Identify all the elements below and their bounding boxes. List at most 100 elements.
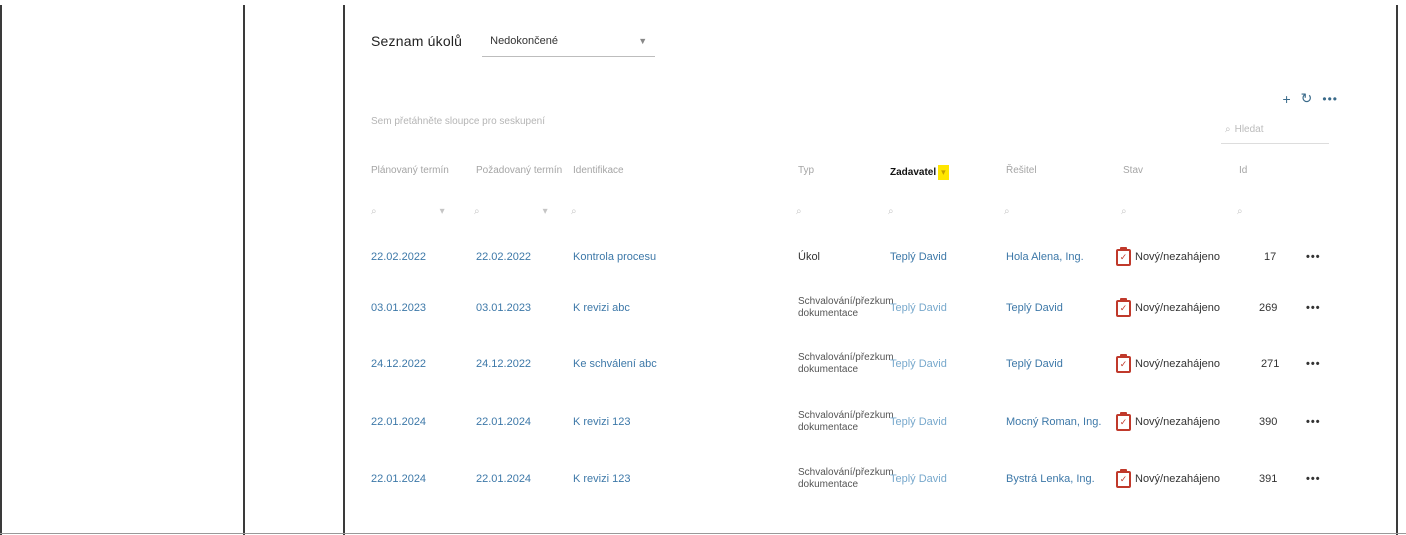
- row-menu-icon[interactable]: •••: [1306, 279, 1321, 337]
- cell-planned[interactable]: 22.01.2024: [371, 450, 426, 508]
- chevron-down-icon: ▼: [638, 35, 648, 46]
- page-title: Seznam úkolů: [371, 33, 463, 49]
- status-label: Nový/nezahájeno: [1135, 416, 1221, 428]
- search-icon: ⌕: [571, 206, 577, 217]
- filter-cell[interactable]: ⌕: [888, 206, 894, 217]
- column-header-requester[interactable]: Zadavatel ▾: [890, 165, 949, 180]
- filter-op-icon: ▾: [542, 206, 548, 217]
- cell-required[interactable]: 03.01.2023: [476, 279, 531, 337]
- search-icon: ⌕: [796, 206, 802, 217]
- cell-planned[interactable]: 22.01.2024: [371, 393, 426, 451]
- cell-requester[interactable]: Teplý David: [890, 393, 947, 451]
- table-row[interactable]: 22.01.2024 22.01.2024 K revizi 123 Schva…: [346, 393, 1398, 451]
- clipboard-check-icon: ✓: [1116, 353, 1131, 373]
- row-menu-icon[interactable]: •••: [1306, 393, 1321, 451]
- cell-requester[interactable]: Teplý David: [890, 279, 947, 337]
- column-header-id[interactable]: Id: [1239, 165, 1247, 176]
- column-header-identification[interactable]: Identifikace: [573, 165, 624, 176]
- cell-identification[interactable]: Kontrola procesu: [573, 228, 656, 286]
- cell-solver[interactable]: Bystrá Lenka, Ing.: [1006, 450, 1095, 508]
- cell-type: Schvalování/přezkum dokumentace: [798, 352, 894, 375]
- cell-solver[interactable]: Mocný Roman, Ing.: [1006, 393, 1101, 451]
- search-icon: ⌕: [1004, 206, 1010, 217]
- search-icon: ⌕: [1121, 206, 1127, 217]
- grid-search-input[interactable]: ⌕ Hledat: [1221, 116, 1329, 144]
- cell-requester[interactable]: Teplý David: [890, 228, 947, 286]
- filter-cell[interactable]: ⌕: [571, 206, 577, 217]
- cell-type: Úkol: [798, 251, 821, 263]
- column-header-type[interactable]: Typ: [798, 165, 814, 176]
- divider: [343, 5, 345, 535]
- more-options-icon[interactable]: •••: [1322, 92, 1338, 106]
- filter-cell[interactable]: ⌕: [796, 206, 802, 217]
- clipboard-check-icon: ✓: [1116, 468, 1131, 488]
- cell-solver[interactable]: Teplý David: [1006, 279, 1063, 337]
- column-header-planned[interactable]: Plánovaný termín: [371, 165, 449, 176]
- cell-status: ✓ Nový/nezahájeno: [1116, 279, 1220, 337]
- task-filter-select[interactable]: Nedokončené ▼: [482, 25, 656, 57]
- table-row[interactable]: 24.12.2022 24.12.2022 Ke schválení abc S…: [346, 335, 1398, 393]
- group-panel-hint: Sem přetáhněte sloupce pro seskupení: [371, 116, 545, 127]
- status-label: Nový/nezahájeno: [1135, 358, 1221, 370]
- filter-cell[interactable]: ⌕ ▾: [371, 206, 445, 217]
- search-icon: ⌕: [1237, 206, 1243, 217]
- column-header-status[interactable]: Stav: [1123, 165, 1143, 176]
- search-icon: ⌕: [1225, 124, 1231, 135]
- cell-identification[interactable]: K revizi 123: [573, 393, 630, 451]
- row-menu-icon[interactable]: •••: [1306, 335, 1321, 393]
- cell-status: ✓ Nový/nezahájeno: [1116, 450, 1220, 508]
- cell-solver[interactable]: Hola Alena, Ing.: [1006, 228, 1084, 286]
- cell-requester[interactable]: Teplý David: [890, 335, 947, 393]
- filter-cell[interactable]: ⌕: [1237, 206, 1243, 217]
- table-row[interactable]: 22.02.2022 22.02.2022 Kontrola procesu Ú…: [346, 228, 1398, 286]
- cell-identification[interactable]: K revizi abc: [573, 279, 630, 337]
- cell-required[interactable]: 22.01.2024: [476, 393, 531, 451]
- cell-status: ✓ Nový/nezahájeno: [1116, 335, 1220, 393]
- cell-id: 391: [1259, 473, 1278, 485]
- cell-id: 17: [1264, 251, 1277, 263]
- status-label: Nový/nezahájeno: [1135, 473, 1221, 485]
- filter-cell[interactable]: ⌕ ▾: [474, 206, 548, 217]
- search-placeholder: Hledat: [1234, 124, 1264, 135]
- cell-planned[interactable]: 22.02.2022: [371, 228, 426, 286]
- cell-status: ✓ Nový/nezahájeno: [1116, 393, 1220, 451]
- search-icon: ⌕: [474, 206, 480, 217]
- clipboard-check-icon: ✓: [1116, 411, 1131, 431]
- page-header: Seznam úkolů Nedokončené ▼: [371, 25, 656, 57]
- filter-value: Nedokončené: [490, 34, 559, 47]
- column-header-required[interactable]: Požadovaný termín: [476, 165, 562, 176]
- search-icon: ⌕: [371, 206, 377, 217]
- cell-planned[interactable]: 24.12.2022: [371, 335, 426, 393]
- column-header-requester-label: Zadavatel: [890, 167, 937, 179]
- cell-type: Schvalování/přezkum dokumentace: [798, 467, 894, 490]
- cell-id: 269: [1259, 302, 1278, 314]
- cell-status: ✓ Nový/nezahájeno: [1116, 228, 1220, 286]
- cell-solver[interactable]: Teplý David: [1006, 335, 1063, 393]
- table-row[interactable]: 22.01.2024 22.01.2024 K revizi 123 Schva…: [346, 450, 1398, 508]
- cell-type: Schvalování/přezkum dokumentace: [798, 410, 894, 433]
- cell-requester[interactable]: Teplý David: [890, 450, 947, 508]
- column-header-solver[interactable]: Řešitel: [1006, 165, 1037, 176]
- filter-cell[interactable]: ⌕: [1121, 206, 1127, 217]
- cell-required[interactable]: 22.01.2024: [476, 450, 531, 508]
- cell-identification[interactable]: K revizi 123: [573, 450, 630, 508]
- clipboard-check-icon: ✓: [1116, 246, 1131, 266]
- clipboard-check-icon: ✓: [1116, 297, 1131, 317]
- cell-identification[interactable]: Ke schválení abc: [573, 335, 657, 393]
- row-menu-icon[interactable]: •••: [1306, 228, 1321, 286]
- cell-required[interactable]: 24.12.2022: [476, 335, 531, 393]
- status-label: Nový/nezahájeno: [1135, 251, 1221, 263]
- row-menu-icon[interactable]: •••: [1306, 450, 1321, 508]
- cell-id: 390: [1259, 416, 1278, 428]
- cell-planned[interactable]: 03.01.2023: [371, 279, 426, 337]
- search-icon: ⌕: [888, 206, 894, 217]
- cell-required[interactable]: 22.02.2022: [476, 228, 531, 286]
- status-label: Nový/nezahájeno: [1135, 302, 1221, 314]
- sort-desc-icon[interactable]: ▾: [938, 165, 949, 180]
- add-icon[interactable]: +: [1282, 91, 1290, 107]
- screen: Seznam úkolů Nedokončené ▼ + ↻ ••• Sem p…: [0, 0, 1406, 535]
- filter-cell[interactable]: ⌕: [1004, 206, 1010, 217]
- cell-type: Schvalování/přezkum dokumentace: [798, 296, 894, 319]
- table-row[interactable]: 03.01.2023 03.01.2023 K revizi abc Schva…: [346, 279, 1398, 337]
- refresh-icon[interactable]: ↻: [1301, 90, 1313, 107]
